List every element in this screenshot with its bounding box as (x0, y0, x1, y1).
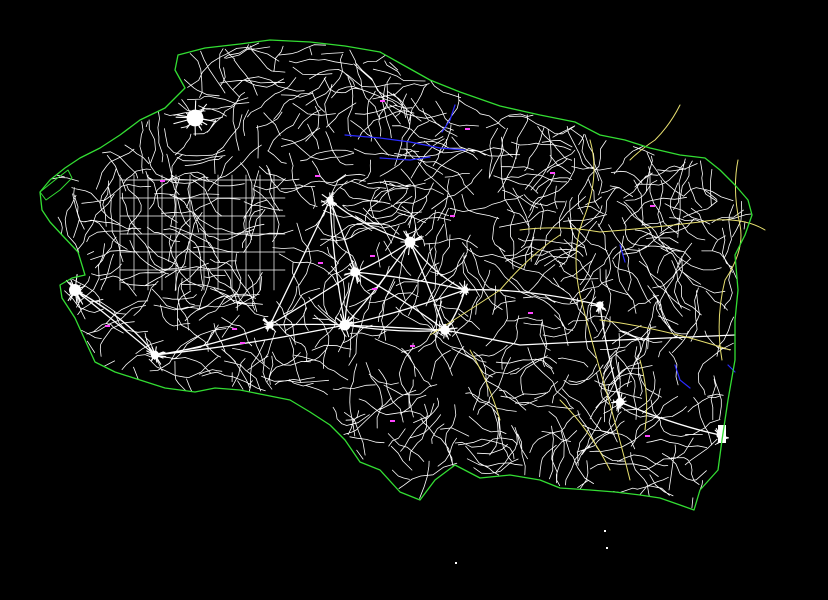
map-marker (318, 262, 323, 264)
map-marker (240, 342, 245, 344)
markers-layer (105, 100, 655, 564)
map-marker (465, 128, 470, 130)
cad-map-viewport[interactable] (0, 0, 828, 600)
map-marker (450, 215, 455, 217)
map-marker (160, 180, 165, 182)
stray-point (604, 530, 606, 532)
roads-layer (52, 42, 752, 509)
map-marker (380, 100, 385, 102)
stray-point (455, 562, 457, 564)
highways (429, 104, 766, 481)
map-marker (105, 325, 110, 327)
map-marker (372, 288, 377, 290)
map-marker (370, 255, 375, 257)
map-marker (410, 345, 415, 347)
map-marker (645, 435, 650, 437)
trunk-roads (74, 199, 736, 436)
map-marker (528, 312, 533, 314)
map-marker (550, 172, 555, 174)
map-marker (650, 205, 655, 207)
minor-roads (52, 42, 752, 509)
main-roads-layer (429, 104, 766, 481)
map-marker (315, 175, 320, 177)
road-network-map[interactable] (0, 0, 828, 600)
stray-point (606, 547, 608, 549)
map-marker (232, 328, 237, 330)
map-marker (390, 420, 395, 422)
